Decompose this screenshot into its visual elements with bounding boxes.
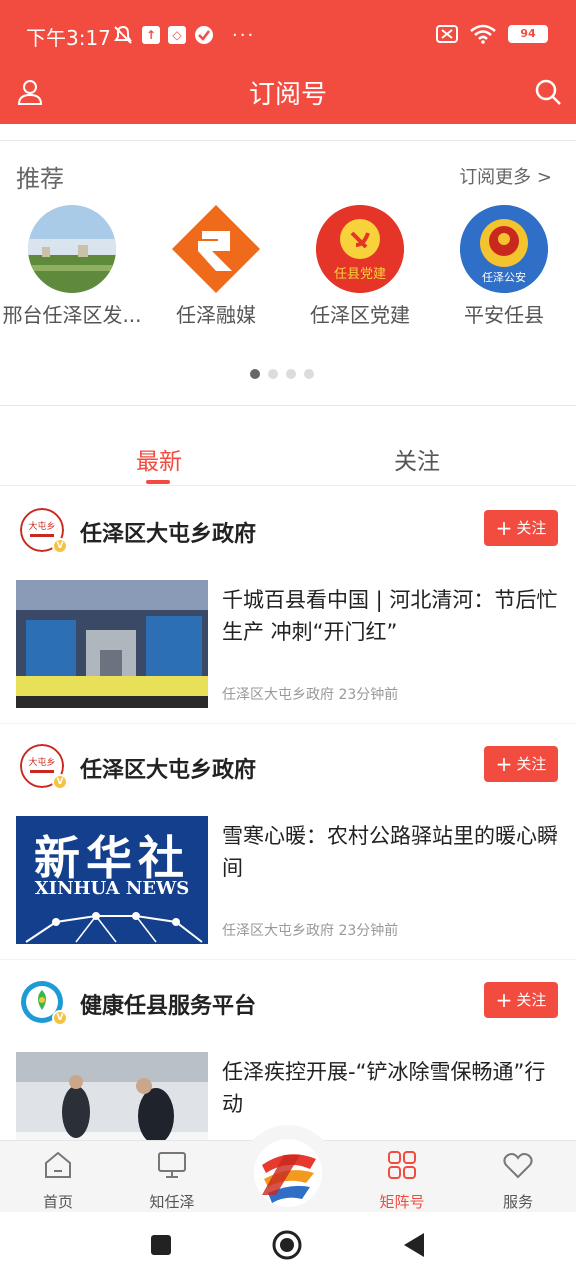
plus-icon: + — [495, 516, 513, 540]
recommend-item[interactable]: 任泽公安 平安任县 — [432, 205, 576, 328]
active-tab-indicator — [146, 480, 170, 484]
recommend-item[interactable]: 邢台任泽区发... — [0, 205, 144, 328]
sim-off-icon — [436, 25, 458, 43]
verified-badge: V — [52, 538, 68, 554]
search-icon[interactable] — [532, 76, 564, 108]
account-logo — [28, 205, 116, 293]
recommend-item-label: 邢台任泽区发... — [2, 303, 142, 327]
verified-badge: V — [52, 1010, 68, 1026]
nav-label: 服务 — [502, 1193, 533, 1211]
account-row: 大屯乡 V 任泽区大屯乡政府 + 关注 — [16, 742, 560, 790]
carousel-dot[interactable] — [286, 369, 296, 379]
account-name[interactable]: 任泽区大屯乡政府 — [80, 516, 256, 548]
follow-button[interactable]: + 关注 — [484, 510, 558, 546]
status-bar: 下午3:17 ↑ ◇ ··· 94 — [0, 0, 576, 64]
article-title[interactable]: 千城百县看中国 | 河北清河：节后忙生产 冲刺“开门红” — [222, 584, 558, 648]
nav-know[interactable]: 知任泽 — [132, 1149, 212, 1212]
account-row: 大屯乡 V 任泽区大屯乡政府 + 关注 — [16, 506, 560, 554]
carousel-dots — [250, 369, 314, 379]
logo-text: 任县党建 — [333, 267, 386, 282]
page-title: 订阅号 — [248, 80, 327, 110]
grid-icon — [388, 1151, 416, 1179]
account-logo: 任县党建 — [316, 205, 404, 293]
plus-icon: + — [495, 752, 513, 776]
recommend-item[interactable]: 任泽融媒 — [144, 205, 288, 328]
app-header: 订阅号 — [0, 64, 576, 124]
home-icon — [45, 1151, 71, 1178]
tab-latest[interactable]: 最新 — [136, 442, 182, 476]
recommend-item[interactable]: 任县党建 任泽区党建 — [288, 205, 432, 328]
account-name[interactable]: 任泽区大屯乡政府 — [80, 752, 256, 784]
account-logo: 任泽公安 — [460, 205, 548, 293]
mute-icon — [114, 25, 132, 44]
back-icon[interactable] — [402, 1232, 426, 1258]
more-notifications: ··· — [232, 24, 256, 46]
nav-service[interactable]: 服务 — [478, 1149, 558, 1212]
recommend-section: 推荐 订阅更多 > 邢台任泽区发... 任泽融媒 任县党建 任泽区党建 任泽公安… — [0, 140, 576, 406]
home-button-icon[interactable] — [272, 1230, 302, 1260]
carousel-dot[interactable] — [268, 369, 278, 379]
article-thumbnail[interactable] — [16, 580, 208, 708]
article-thumbnail[interactable]: 新华社 XINHUA NEWS — [16, 816, 208, 944]
nav-label: 首页 — [42, 1193, 73, 1211]
account-row: V 健康任县服务平台 + 关注 — [16, 978, 560, 1026]
system-icons: 94 — [436, 24, 548, 44]
nav-matrix[interactable]: 矩阵号 — [362, 1149, 442, 1212]
feed-card[interactable]: 大屯乡 V 任泽区大屯乡政府 + 关注 新华社 XINHUA NEWS 雪寒心暖：… — [0, 724, 576, 960]
check-circle-icon — [195, 26, 213, 44]
follow-button[interactable]: + 关注 — [484, 982, 558, 1018]
recommend-title: 推荐 — [16, 165, 64, 193]
recommend-item-label: 任泽融媒 — [176, 303, 256, 327]
nav-label: 知任泽 — [149, 1193, 195, 1211]
article-title[interactable]: 任泽疾控开展-“铲冰除雪保畅通”行动 — [222, 1056, 558, 1120]
app-logo-icon — [254, 1139, 322, 1207]
wifi-icon — [470, 24, 496, 44]
plus-icon: + — [495, 988, 513, 1012]
notification-icons: ↑ ◇ ··· — [112, 24, 255, 46]
follow-button[interactable]: + 关注 — [484, 746, 558, 782]
recommend-item-label: 任泽区党建 — [310, 303, 410, 327]
heart-icon — [503, 1153, 533, 1179]
feed-tabs: 最新 关注 — [0, 430, 576, 486]
nav-label: 矩阵号 — [379, 1193, 425, 1211]
status-time: 下午3:17 — [26, 26, 111, 50]
verified-badge: V — [52, 774, 68, 790]
battery-indicator: 94 — [508, 25, 548, 43]
recent-apps-icon[interactable] — [150, 1234, 172, 1256]
account-logo — [172, 205, 260, 293]
nav-home[interactable]: 首页 — [18, 1149, 98, 1212]
carousel-dot[interactable] — [250, 369, 260, 379]
system-navigation — [0, 1212, 576, 1280]
monitor-icon — [158, 1152, 186, 1178]
recommend-item-label: 平安任县 — [464, 303, 544, 327]
bottom-navigation: 首页 知任泽 矩阵号 服务 — [0, 1125, 576, 1221]
logo-text: 任泽公安 — [482, 271, 526, 284]
feed-card[interactable]: 大屯乡 V 任泽区大屯乡政府 + 关注 千城百县看中国 | 河北清河：节后忙生产 … — [0, 488, 576, 724]
svg-text:大屯乡: 大屯乡 — [28, 520, 55, 532]
subscribe-more-link[interactable]: 订阅更多 > — [459, 163, 552, 189]
app-icon: ◇ — [168, 26, 186, 44]
tab-following[interactable]: 关注 — [394, 442, 440, 476]
upload-icon: ↑ — [142, 26, 160, 44]
svg-text:大屯乡: 大屯乡 — [28, 756, 55, 768]
center-logo-button[interactable] — [240, 1125, 336, 1221]
account-name[interactable]: 健康任县服务平台 — [80, 988, 256, 1020]
article-meta: 任泽区大屯乡政府 23分钟前 — [222, 923, 399, 939]
article-title[interactable]: 雪寒心暖：农村公路驿站里的暖心瞬间 — [222, 820, 558, 884]
article-meta: 任泽区大屯乡政府 23分钟前 — [222, 687, 399, 703]
carousel-dot[interactable] — [304, 369, 314, 379]
